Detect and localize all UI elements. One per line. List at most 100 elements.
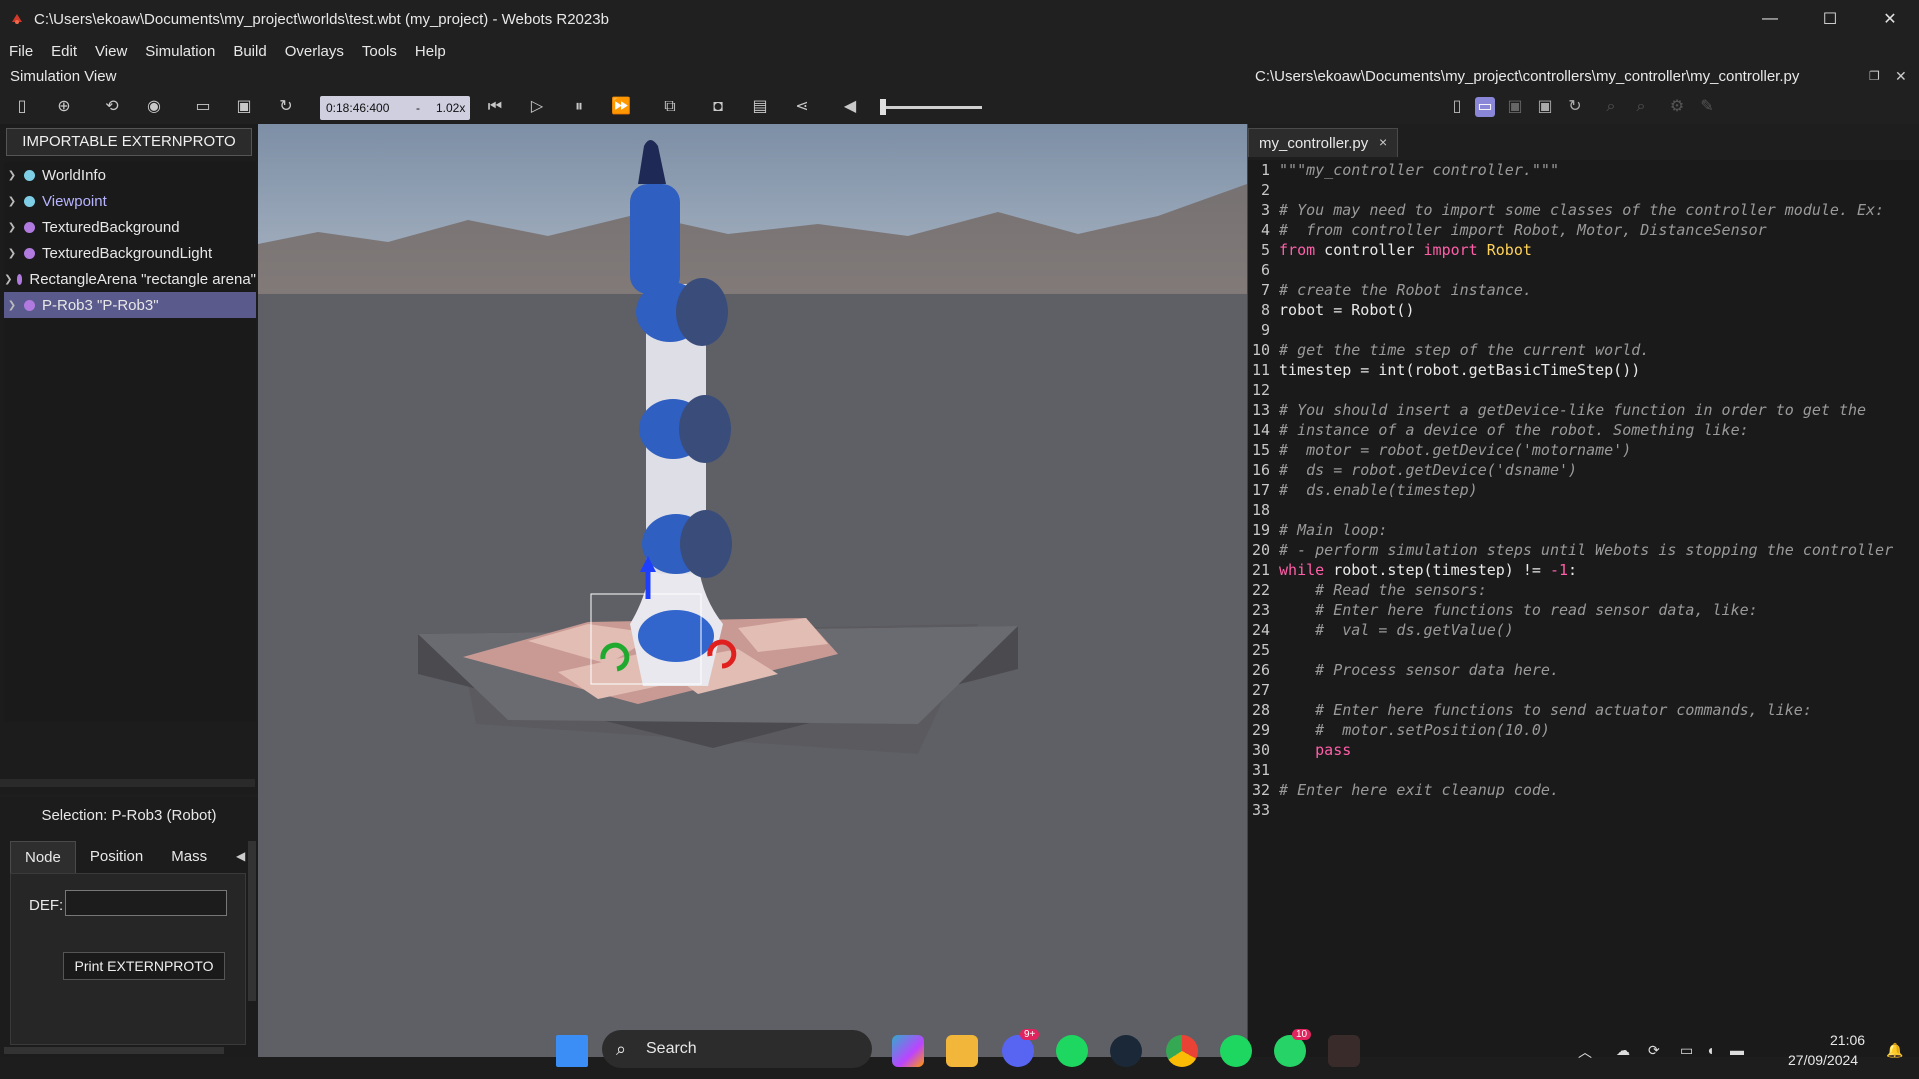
find-icon[interactable]: ⌕ <box>1601 97 1621 117</box>
code-area[interactable]: 1 """my_controller controller.""" 2 3 # Y… <box>1248 160 1919 1060</box>
open-world-icon[interactable]: ▭ <box>193 97 213 117</box>
code-line[interactable]: 14 # instance of a device of the robot. … <box>1248 420 1919 440</box>
chrome-icon[interactable] <box>1166 1035 1198 1067</box>
3d-scene[interactable] <box>258 124 1247 1057</box>
spotify-icon-2[interactable] <box>1220 1035 1252 1067</box>
reset-viewpoint-icon[interactable]: ⟲ <box>102 97 122 117</box>
menu-edit[interactable]: Edit <box>42 43 86 60</box>
screenshot-icon[interactable]: ◘ <box>708 97 728 117</box>
menu-simulation[interactable]: Simulation <box>136 43 224 60</box>
clean-icon[interactable]: ✎ <box>1697 97 1717 117</box>
code-line[interactable]: 33 <box>1248 800 1919 820</box>
network-icon[interactable]: ▭ <box>1680 1042 1693 1059</box>
close-panel-icon[interactable]: ✕ <box>1895 68 1907 85</box>
reload-world-icon[interactable]: ↻ <box>276 97 296 117</box>
fast-forward-icon[interactable]: ⏩ <box>611 97 631 117</box>
menu-build[interactable]: Build <box>224 43 275 60</box>
windows-start-icon[interactable] <box>556 1035 588 1067</box>
code-line[interactable]: 5 from controller import Robot <box>1248 240 1919 260</box>
code-line[interactable]: 2 <box>1248 180 1919 200</box>
code-line[interactable]: 6 <box>1248 260 1919 280</box>
menu-help[interactable]: Help <box>406 43 455 60</box>
code-line[interactable]: 9 <box>1248 320 1919 340</box>
taskbar-search-box[interactable]: ⌕ Search <box>602 1030 872 1068</box>
volume-slider-handle[interactable] <box>880 99 886 115</box>
code-line[interactable]: 1 """my_controller controller.""" <box>1248 160 1919 180</box>
tree-item-worldinfo[interactable]: ❯ WorldInfo <box>4 162 256 188</box>
pause-icon[interactable]: ⏸ <box>569 97 589 117</box>
menu-view[interactable]: View <box>86 43 136 60</box>
code-line[interactable]: 32 # Enter here exit cleanup code. <box>1248 780 1919 800</box>
importable-externproto-button[interactable]: IMPORTABLE EXTERNPROTO <box>6 128 252 156</box>
add-node-icon[interactable]: ⊕ <box>54 97 74 117</box>
tree-horizontal-scrollbar[interactable] <box>0 779 255 787</box>
movie-record-icon[interactable]: ▤ <box>750 97 770 117</box>
menu-file[interactable]: File <box>0 43 42 60</box>
menu-tools[interactable]: Tools <box>353 43 406 60</box>
clock-time[interactable]: 21:06 <box>1830 1032 1865 1048</box>
editor-tab-my-controller[interactable]: my_controller.py × <box>1248 128 1398 157</box>
cloud-icon[interactable]: ☁ <box>1616 1042 1630 1059</box>
code-line[interactable]: 10 # get the time step of the current wo… <box>1248 340 1919 360</box>
replace-icon[interactable]: ⌕ <box>1631 97 1651 117</box>
code-line[interactable]: 24 # val = ds.getValue() <box>1248 620 1919 640</box>
tab-position[interactable]: Position <box>76 841 157 873</box>
spotify-icon[interactable] <box>1056 1035 1088 1067</box>
def-input[interactable] <box>65 890 227 916</box>
battery-icon[interactable]: ▬ <box>1730 1042 1744 1058</box>
save-file-icon[interactable]: ▣ <box>1505 97 1525 117</box>
code-line[interactable]: 25 <box>1248 640 1919 660</box>
build-settings-icon[interactable]: ⚙ <box>1667 97 1687 117</box>
speaker-icon[interactable]: ◖ <box>1706 1042 1714 1058</box>
code-line[interactable]: 29 # motor.setPosition(10.0) <box>1248 720 1919 740</box>
code-line[interactable]: 13 # You should insert a getDevice-like … <box>1248 400 1919 420</box>
code-line[interactable]: 15 # motor = robot.getDevice('motorname'… <box>1248 440 1919 460</box>
code-line[interactable]: 23 # Enter here functions to read sensor… <box>1248 600 1919 620</box>
clock-date[interactable]: 27/09/2024 <box>1788 1052 1858 1068</box>
expand-arrow-icon[interactable]: ❯ <box>4 248 20 259</box>
close-button[interactable]: ✕ <box>1860 0 1919 38</box>
3d-simulation-view[interactable] <box>258 124 1247 1057</box>
tree-item-p-rob3[interactable]: ❯ P-Rob3 "P-Rob3" <box>4 292 256 318</box>
expand-arrow-icon[interactable]: ❯ <box>4 222 20 233</box>
step-icon[interactable]: ▷ <box>527 97 547 117</box>
code-line[interactable]: 7 # create the Robot instance. <box>1248 280 1919 300</box>
code-line[interactable]: 11 timestep = int(robot.getBasicTimeStep… <box>1248 360 1919 380</box>
tab-mass[interactable]: Mass <box>157 841 221 873</box>
code-line[interactable]: 20 # - perform simulation steps until We… <box>1248 540 1919 560</box>
code-line[interactable]: 17 # ds.enable(timestep) <box>1248 480 1919 500</box>
code-line[interactable]: 27 <box>1248 680 1919 700</box>
code-line[interactable]: 4 # from controller import Robot, Motor,… <box>1248 220 1919 240</box>
tree-item-textured-background-light[interactable]: ❯ TexturedBackgroundLight <box>4 240 256 266</box>
minimize-button[interactable]: — <box>1740 0 1800 38</box>
code-line[interactable]: 19 # Main loop: <box>1248 520 1919 540</box>
selection-horizontal-scrollbar[interactable] <box>4 1047 224 1054</box>
new-file-icon[interactable]: ▯ <box>1447 97 1467 117</box>
code-line[interactable]: 12 <box>1248 380 1919 400</box>
volume-icon[interactable]: ◀ <box>840 97 860 117</box>
reset-simulation-icon[interactable]: ⏮ <box>485 97 505 117</box>
expand-arrow-icon[interactable]: ❯ <box>4 274 13 285</box>
code-line[interactable]: 22 # Read the sensors: <box>1248 580 1919 600</box>
code-line[interactable]: 28 # Enter here functions to send actuat… <box>1248 700 1919 720</box>
sync-icon[interactable]: ⟳ <box>1648 1042 1660 1059</box>
eye-icon[interactable]: ◉ <box>144 97 164 117</box>
selection-vertical-scrollbar[interactable] <box>248 841 256 1001</box>
expand-arrow-icon[interactable]: ❯ <box>4 300 20 311</box>
tree-item-viewpoint[interactable]: ❯ Viewpoint <box>4 188 256 214</box>
share-icon[interactable]: ⋖ <box>792 97 812 117</box>
code-line[interactable]: 31 <box>1248 760 1919 780</box>
notification-bell-icon[interactable]: 🔔 <box>1886 1042 1903 1059</box>
tab-scroll-left-icon[interactable]: ◀ <box>236 849 245 863</box>
code-line[interactable]: 21 while robot.step(timestep) != -1: <box>1248 560 1919 580</box>
tree-item-rectangle-arena[interactable]: ❯ RectangleArena "rectangle arena" <box>4 266 256 292</box>
save-as-icon[interactable]: ▣ <box>1535 97 1555 117</box>
copilot-icon[interactable] <box>892 1035 924 1067</box>
code-line[interactable]: 3 # You may need to import some classes … <box>1248 200 1919 220</box>
volume-slider-track[interactable] <box>880 106 982 109</box>
print-externproto-button[interactable]: Print EXTERNPROTO <box>63 952 225 980</box>
save-world-icon[interactable]: ▣ <box>234 97 254 117</box>
float-panel-icon[interactable]: ❐ <box>1869 69 1880 83</box>
close-tab-icon[interactable]: × <box>1379 134 1387 150</box>
toggle-scene-tree-icon[interactable]: ▯ <box>12 97 32 117</box>
